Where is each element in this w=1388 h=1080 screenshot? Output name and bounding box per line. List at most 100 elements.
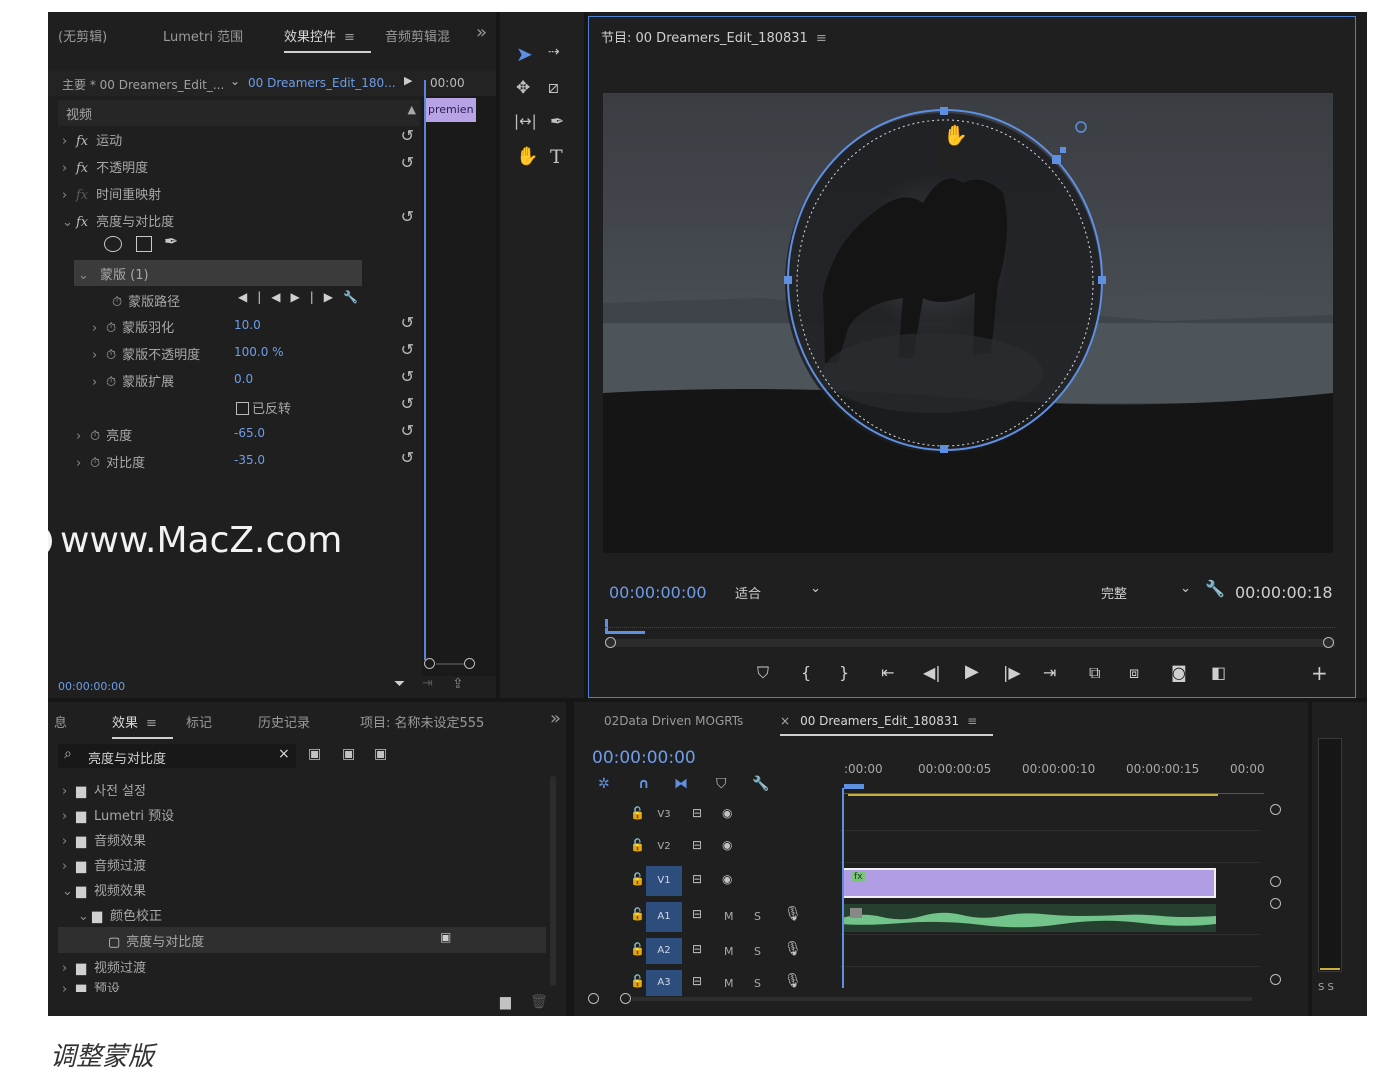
chevron-down-icon[interactable]: ⌄ bbox=[78, 268, 92, 283]
export-icon[interactable]: ⇪ bbox=[452, 676, 464, 692]
work-area-bar[interactable] bbox=[848, 794, 1218, 796]
track-select-tool-icon[interactable]: ⇢ bbox=[548, 44, 560, 60]
step-back-icon[interactable]: ◀| bbox=[923, 663, 941, 682]
tab-effect-controls[interactable]: 效果控件 ≡ bbox=[284, 26, 371, 53]
track-backward-icon[interactable]: ◀| bbox=[238, 290, 271, 304]
tree-item-brightness-contrast[interactable]: ▢ 亮度与对比度 ▣ bbox=[58, 927, 546, 953]
sync-lock-icon[interactable]: ⊟ bbox=[692, 942, 702, 956]
time-ruler[interactable]: :00:00 00:00:00:05 00:00:00:10 00:00:00:… bbox=[844, 762, 1264, 798]
linked-selection-icon[interactable]: ⧓ bbox=[674, 776, 688, 792]
video-scroll-handle[interactable] bbox=[1270, 876, 1281, 887]
chevron-right-icon[interactable]: › bbox=[92, 375, 106, 390]
effect-motion[interactable]: › fx 运动 ↺ bbox=[58, 126, 420, 152]
tree-item-video-effects[interactable]: ⌄ ▆ 视频效果 bbox=[58, 876, 546, 902]
tab-info[interactable]: 息 bbox=[54, 712, 67, 731]
timeline-playhead[interactable] bbox=[842, 788, 844, 988]
tree-item-presets[interactable]: › ▆ 预设 bbox=[58, 978, 546, 992]
effect-controls-timecode[interactable]: 00:00:00:00 bbox=[58, 680, 125, 693]
tab-lumetri-scopes[interactable]: Lumetri 范围 bbox=[163, 26, 243, 45]
scrubber-end-handle[interactable] bbox=[1323, 637, 1334, 648]
hand-tool-icon[interactable]: ✋ bbox=[516, 146, 538, 167]
wrench-icon[interactable]: 🔧 bbox=[343, 290, 368, 304]
timeline-horizontal-scrollbar[interactable] bbox=[588, 992, 1268, 1006]
slip-tool-icon[interactable]: |↔| bbox=[514, 112, 537, 130]
reset-icon[interactable]: ↺ bbox=[401, 394, 414, 413]
reset-icon[interactable]: ↺ bbox=[401, 448, 414, 467]
play-only-icon[interactable]: ▶ bbox=[404, 74, 412, 87]
add-marker-icon[interactable]: ⛉ bbox=[716, 776, 727, 792]
stopwatch-icon[interactable]: ⏱ bbox=[90, 429, 100, 444]
lock-icon[interactable]: 🔓 bbox=[630, 838, 645, 852]
delete-icon[interactable]: 🗑 bbox=[530, 994, 548, 1010]
panel-menu-icon[interactable]: ≡ bbox=[146, 716, 157, 731]
extract-icon[interactable]: ⧈ bbox=[1129, 663, 1139, 683]
microphone-icon[interactable]: 🎙 bbox=[784, 906, 802, 922]
button-editor-icon[interactable]: + bbox=[1311, 661, 1328, 685]
program-timecode-current[interactable]: 00:00:00:00 bbox=[609, 583, 707, 602]
sync-lock-icon[interactable]: ⊟ bbox=[692, 838, 702, 852]
overflow-tabs-icon[interactable]: » bbox=[550, 708, 561, 729]
tab-audio-clip-mixer[interactable]: 音频剪辑混 bbox=[385, 26, 450, 45]
effects-scrollbar[interactable] bbox=[550, 776, 556, 986]
close-tab-icon[interactable]: × bbox=[780, 714, 790, 728]
track-target-v3[interactable]: V3 bbox=[646, 802, 682, 828]
timeline-settings-icon[interactable]: 🔧 bbox=[752, 776, 769, 792]
audio-scroll-handle[interactable] bbox=[1270, 898, 1281, 909]
contrast-value[interactable]: -35.0 bbox=[234, 453, 265, 467]
sync-lock-icon[interactable]: ⊟ bbox=[692, 806, 702, 820]
tree-item-color-correction[interactable]: ⌄ ▆ 颜色校正 bbox=[74, 901, 546, 927]
track-target-a2[interactable]: A2 bbox=[646, 938, 682, 964]
mask-group-row[interactable]: ⌄ 蒙版 (1) bbox=[74, 260, 362, 286]
rectangle-mask-icon[interactable] bbox=[136, 236, 152, 252]
play-audio-icon[interactable]: ⇥ bbox=[422, 676, 433, 691]
tree-item-lumetri-presets[interactable]: › ▆ Lumetri 预设 bbox=[58, 801, 546, 827]
chevron-right-icon[interactable]: › bbox=[92, 321, 106, 336]
microphone-icon[interactable]: 🎙 bbox=[784, 973, 802, 989]
pen-mask-icon[interactable]: ✒ bbox=[164, 232, 178, 252]
razor-tool-icon[interactable]: ⧄ bbox=[548, 78, 559, 98]
track-target-v2[interactable]: V2 bbox=[646, 834, 682, 860]
sync-lock-icon[interactable]: ⊟ bbox=[692, 907, 702, 921]
monitor-scrubber[interactable] bbox=[605, 617, 1335, 648]
collapse-icon[interactable]: ▲ bbox=[408, 103, 416, 116]
chevron-right-icon[interactable]: › bbox=[76, 456, 90, 471]
mask-expand-value[interactable]: 0.0 bbox=[234, 372, 253, 386]
ripple-edit-tool-icon[interactable]: ✥ bbox=[516, 78, 530, 98]
scrubber-start-handle[interactable] bbox=[605, 637, 616, 648]
reset-icon[interactable]: ↺ bbox=[401, 313, 414, 332]
zoom-scrollbar[interactable] bbox=[424, 658, 475, 670]
playback-resolution-dropdown[interactable]: 完整 ⌄ bbox=[1101, 581, 1191, 602]
tab-effects[interactable]: 效果 ≡ bbox=[112, 712, 173, 739]
eye-icon[interactable]: ◉ bbox=[722, 806, 732, 820]
go-to-out-icon[interactable]: ⇥ bbox=[1043, 663, 1056, 682]
reset-icon[interactable]: ↺ bbox=[401, 153, 414, 172]
panel-menu-icon[interactable]: ≡ bbox=[816, 31, 827, 46]
track-target-a1[interactable]: A1 bbox=[646, 902, 682, 932]
zoom-level-dropdown[interactable]: 适合 ⌄ bbox=[735, 581, 825, 602]
chevron-right-icon[interactable]: › bbox=[62, 188, 76, 203]
32bit-effects-icon[interactable]: ▣ bbox=[342, 746, 355, 762]
sync-lock-icon[interactable]: ⊟ bbox=[692, 872, 702, 886]
eye-icon[interactable]: ◉ bbox=[722, 838, 732, 852]
lock-icon[interactable]: 🔓 bbox=[630, 806, 645, 820]
filter-icon[interactable]: ⏷ bbox=[394, 676, 405, 692]
inverted-checkbox[interactable] bbox=[236, 402, 249, 415]
timeline-timecode[interactable]: 00:00:00:00 bbox=[592, 748, 696, 768]
track-forward-icon[interactable]: |▶ bbox=[310, 290, 343, 304]
tree-item-audio-effects[interactable]: › ▆ 音频效果 bbox=[58, 826, 546, 852]
add-marker-icon[interactable]: ⛉ bbox=[757, 663, 769, 683]
overflow-tabs-icon[interactable]: » bbox=[476, 22, 487, 43]
nest-icon[interactable]: ✲ bbox=[598, 776, 610, 792]
effect-opacity[interactable]: › fx 不透明度 ↺ bbox=[58, 153, 420, 179]
mini-clip-bar[interactable]: premien bbox=[424, 98, 476, 122]
lock-icon[interactable]: 🔓 bbox=[630, 872, 645, 886]
new-bin-icon[interactable]: ▆ bbox=[500, 994, 511, 1010]
lock-icon[interactable]: 🔓 bbox=[630, 974, 645, 988]
solo-button[interactable]: S bbox=[754, 945, 761, 958]
step-forward-icon[interactable]: |▶ bbox=[1003, 663, 1021, 682]
solo-button[interactable]: S bbox=[754, 910, 761, 923]
video-clip[interactable]: fx bbox=[842, 868, 1216, 898]
tab-sequence-dreamers[interactable]: × 00 Dreamers_Edit_180831 ≡ bbox=[780, 714, 994, 736]
lift-icon[interactable]: ⧉ bbox=[1089, 663, 1100, 683]
reset-icon[interactable]: ↺ bbox=[401, 367, 414, 386]
